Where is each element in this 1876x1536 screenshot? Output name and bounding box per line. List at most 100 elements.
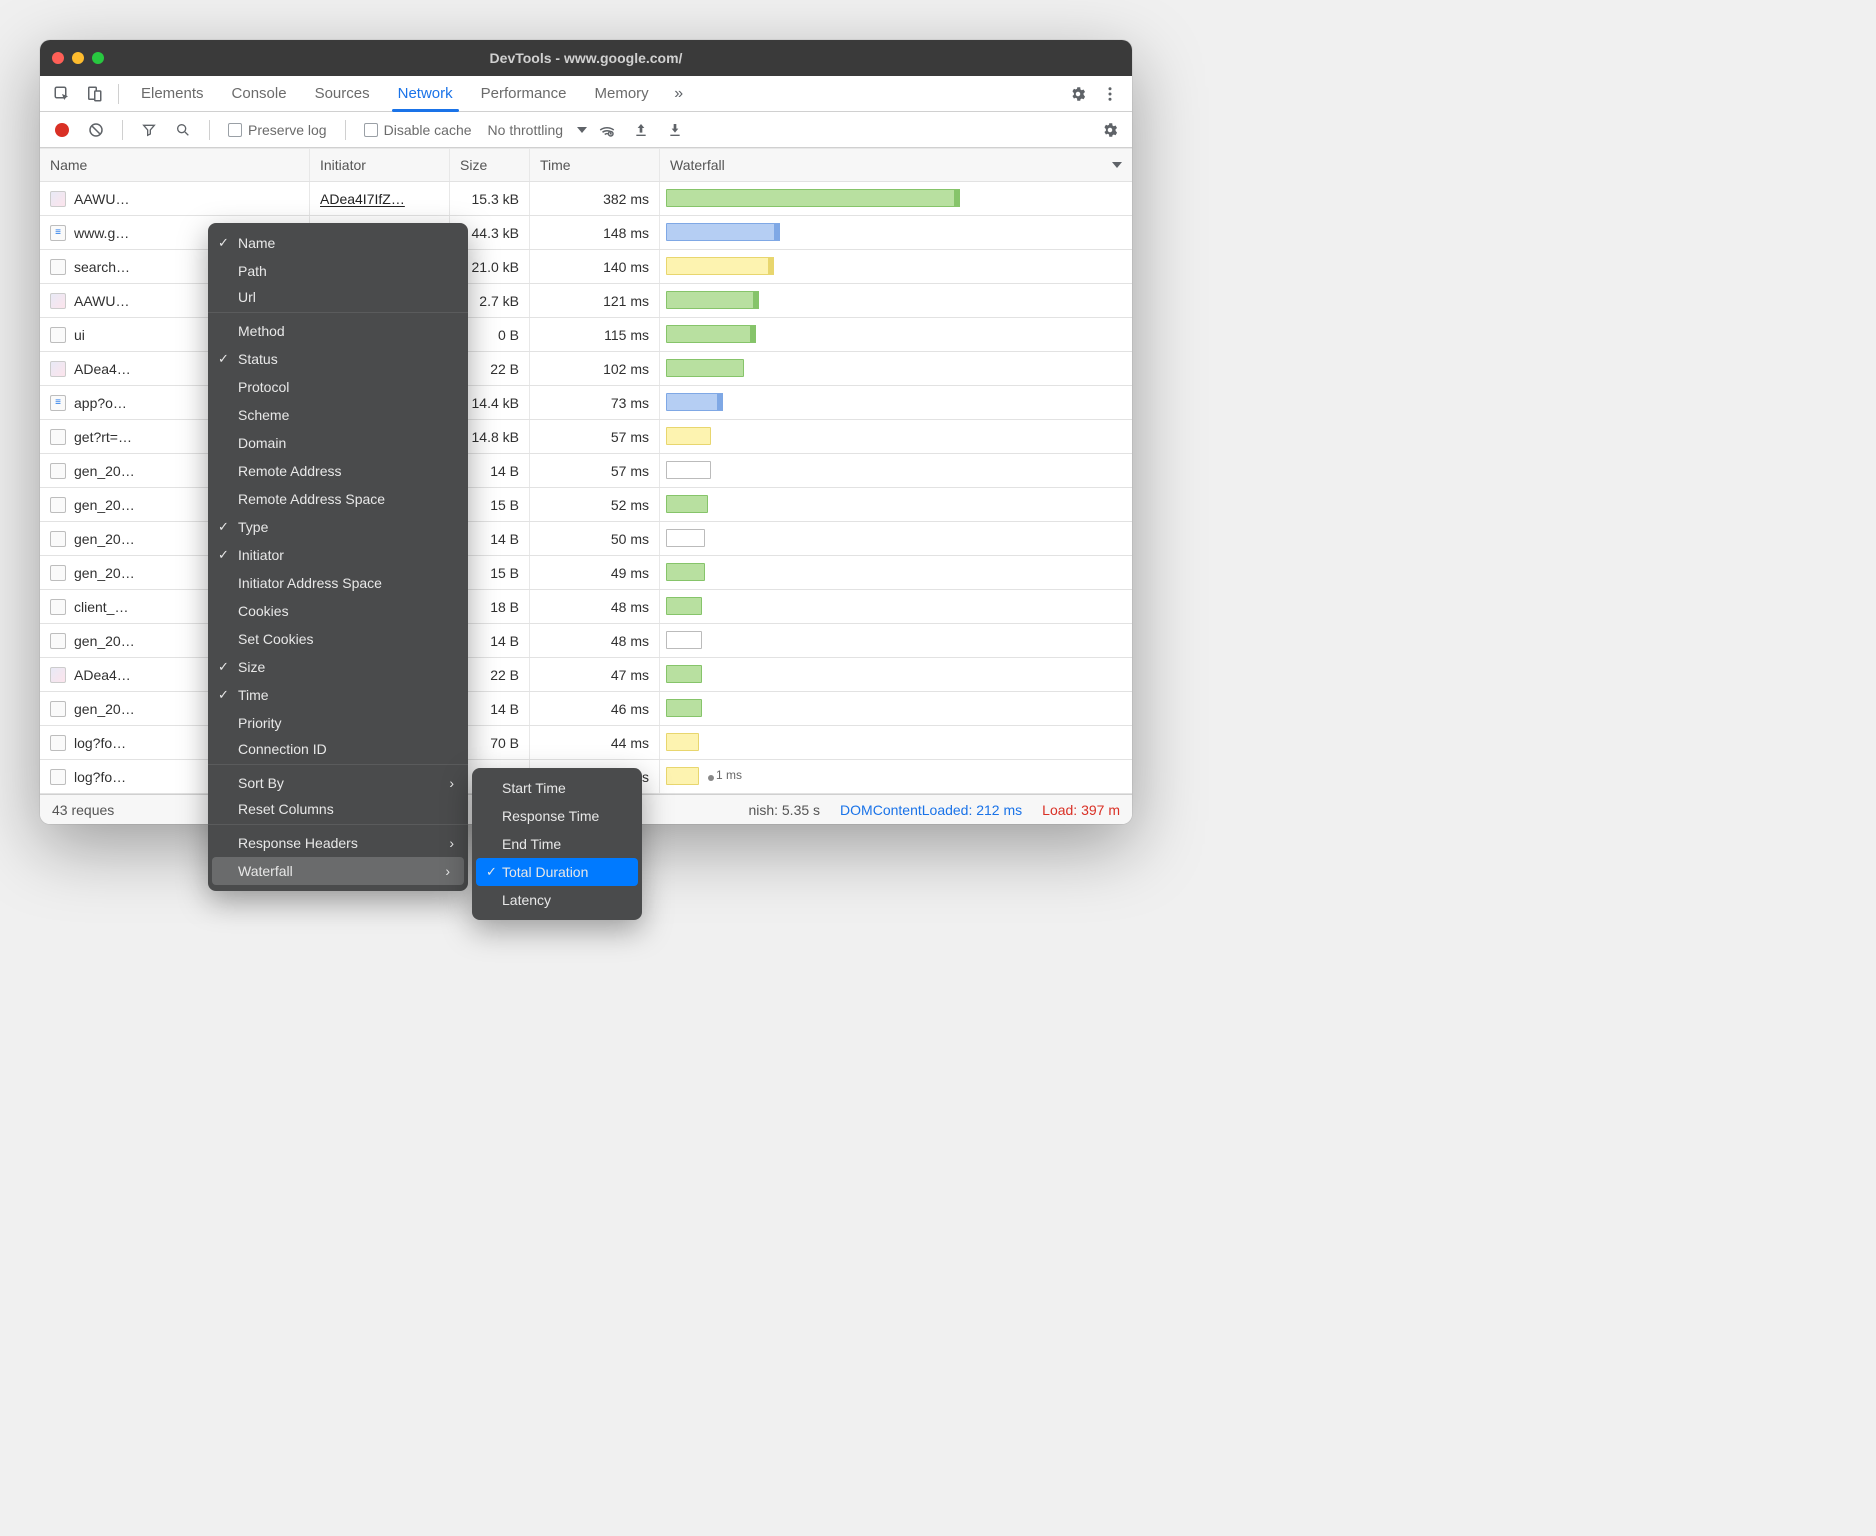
table-row[interactable]: get?rt=…rs=AA2YrT…14.8 kB57 ms: [40, 420, 1132, 454]
network-toolbar: Preserve log Disable cache No throttling: [40, 112, 1132, 148]
table-row[interactable]: ADea4…app?origin…22 B47 ms: [40, 658, 1132, 692]
tab-network[interactable]: Network: [386, 76, 465, 111]
menu-item[interactable]: ✓Size: [208, 653, 468, 681]
maximize-window-button[interactable]: [92, 52, 104, 64]
col-name[interactable]: Name: [40, 149, 310, 181]
table-row[interactable]: uim=DhPYm…0 B115 ms: [40, 318, 1132, 352]
menu-item[interactable]: Latency: [472, 886, 642, 914]
menu-item[interactable]: ✓Total Duration: [476, 858, 638, 886]
tab-performance[interactable]: Performance: [469, 76, 579, 111]
menu-item[interactable]: Connection ID: [208, 737, 468, 765]
menu-item[interactable]: Initiator Address Space: [208, 569, 468, 597]
menu-item[interactable]: Set Cookies: [208, 625, 468, 653]
table-row[interactable]: search…m=cdos,dp…21.0 kB140 ms: [40, 250, 1132, 284]
table-row[interactable]: gen_20…(index):21514 B48 ms: [40, 624, 1132, 658]
preserve-log-label: Preserve log: [248, 122, 327, 138]
select-element-icon[interactable]: [48, 80, 76, 108]
menu-item[interactable]: Start Time: [472, 774, 642, 802]
menu-item[interactable]: Remote Address Space: [208, 485, 468, 513]
initiator-link[interactable]: ADea4I7IfZ…: [320, 191, 405, 207]
menu-item[interactable]: Sort By›: [208, 769, 468, 797]
table-row[interactable]: app?o…rs=AA2YrT…14.4 kB73 ms: [40, 386, 1132, 420]
menu-item[interactable]: ✓Status: [208, 345, 468, 373]
waterfall-cell: 1 ms: [660, 760, 1132, 793]
menu-item[interactable]: ✓Type: [208, 513, 468, 541]
table-row[interactable]: log?fo…70 B44 ms: [40, 726, 1132, 760]
menu-item[interactable]: ✓Name: [208, 229, 468, 257]
table-row[interactable]: AAWU…ADea4I7IfZ…2.7 kB121 ms: [40, 284, 1132, 318]
menu-item[interactable]: ✓Time: [208, 681, 468, 709]
menu-item[interactable]: Scheme: [208, 401, 468, 429]
menu-item[interactable]: Priority: [208, 709, 468, 737]
clear-button[interactable]: [82, 116, 110, 144]
menu-item[interactable]: Response Time: [472, 802, 642, 830]
menu-item[interactable]: End Time: [472, 830, 642, 858]
filter-icon[interactable]: [135, 116, 163, 144]
menu-item[interactable]: Remote Address: [208, 457, 468, 485]
panel-settings-icon[interactable]: [1096, 116, 1124, 144]
resource-name: ADea4…: [74, 361, 131, 377]
throttling-select[interactable]: No throttling: [484, 122, 567, 138]
menu-item[interactable]: Url: [208, 285, 468, 313]
search-icon[interactable]: [169, 116, 197, 144]
tab-sources[interactable]: Sources: [303, 76, 382, 111]
table-row[interactable]: www.g…Other44.3 kB148 ms: [40, 216, 1132, 250]
close-window-button[interactable]: [52, 52, 64, 64]
record-button[interactable]: [48, 116, 76, 144]
more-tabs-icon[interactable]: »: [665, 80, 693, 108]
menu-item[interactable]: Response Headers›: [208, 829, 468, 857]
table-row[interactable]: gen_20…(index):11615 B52 ms: [40, 488, 1132, 522]
kebab-menu-icon[interactable]: [1096, 80, 1124, 108]
table-row[interactable]: client_…(index):318 B48 ms: [40, 590, 1132, 624]
resource-icon: [50, 429, 66, 445]
tab-console[interactable]: Console: [220, 76, 299, 111]
col-waterfall[interactable]: Waterfall: [660, 149, 1132, 181]
table-row[interactable]: gen_20…m=cdos,dp…14 B57 ms: [40, 454, 1132, 488]
menu-item[interactable]: Reset Columns: [208, 797, 468, 825]
menu-item[interactable]: Domain: [208, 429, 468, 457]
tab-memory[interactable]: Memory: [583, 76, 661, 111]
waterfall-cell: [660, 318, 1132, 351]
window-controls: [52, 52, 104, 64]
network-conditions-icon[interactable]: [593, 116, 621, 144]
minimize-window-button[interactable]: [72, 52, 84, 64]
menu-item[interactable]: Protocol: [208, 373, 468, 401]
resource-icon: [50, 667, 66, 683]
table-row[interactable]: AAWU…ADea4I7IfZ…15.3 kB382 ms: [40, 182, 1132, 216]
menu-item[interactable]: Waterfall›: [212, 857, 464, 885]
status-load: Load: 397 m: [1042, 802, 1120, 818]
tab-elements[interactable]: Elements: [129, 76, 216, 111]
disable-cache-label: Disable cache: [384, 122, 472, 138]
check-icon: ✓: [486, 864, 497, 880]
waterfall-cell: [660, 216, 1132, 249]
submenu-caret-icon: ›: [449, 775, 454, 791]
col-time[interactable]: Time: [530, 149, 660, 181]
resource-name: gen_20…: [74, 701, 135, 717]
col-size[interactable]: Size: [450, 149, 530, 181]
waterfall-submenu[interactable]: Start TimeResponse TimeEnd Time✓Total Du…: [472, 768, 642, 920]
menu-item[interactable]: Path: [208, 257, 468, 285]
menu-item-label: Initiator: [238, 547, 284, 563]
resource-name: gen_20…: [74, 565, 135, 581]
time-cell: 102 ms: [530, 352, 660, 385]
upload-har-icon[interactable]: [627, 116, 655, 144]
table-row[interactable]: ADea4…(index)22 B102 ms: [40, 352, 1132, 386]
download-har-icon[interactable]: [661, 116, 689, 144]
menu-item[interactable]: Method: [208, 317, 468, 345]
separator: [118, 84, 119, 104]
caret-down-icon: [1112, 162, 1122, 168]
menu-item[interactable]: ✓Initiator: [208, 541, 468, 569]
device-toggle-icon[interactable]: [80, 80, 108, 108]
preserve-log-checkbox[interactable]: Preserve log: [222, 122, 333, 138]
table-row[interactable]: gen_20…14 B46 ms: [40, 692, 1132, 726]
table-row[interactable]: gen_20…(index):11615 B49 ms: [40, 556, 1132, 590]
submenu-caret-icon: ›: [445, 863, 450, 879]
table-row[interactable]: gen_20…(index):1214 B50 ms: [40, 522, 1132, 556]
column-context-menu[interactable]: ✓NamePathUrl Method✓StatusProtocolSchemeD…: [208, 223, 468, 891]
resource-name: app?o…: [74, 395, 127, 411]
time-cell: 49 ms: [530, 556, 660, 589]
disable-cache-checkbox[interactable]: Disable cache: [358, 122, 478, 138]
col-initiator[interactable]: Initiator: [310, 149, 450, 181]
menu-item[interactable]: Cookies: [208, 597, 468, 625]
settings-icon[interactable]: [1064, 80, 1092, 108]
